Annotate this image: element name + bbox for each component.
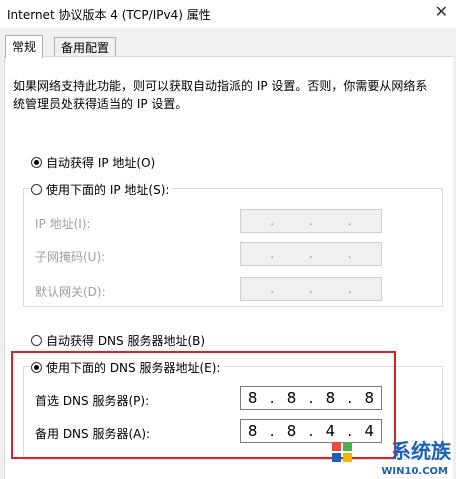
watermark-logo-text: 系统族 [391,439,451,463]
description-text: 如果网络支持此功能，则可以获取自动指派的 IP 设置。否则，你需要从网络系统管理… [13,79,428,111]
title-bar: Internet 协议版本 4 (TCP/IPv4) 属性 ✕ [0,0,456,28]
radio-manual-ip-label: 使用下面的 IP 地址(S): [46,183,170,197]
subnet-mask-input[interactable]: . . . [240,242,382,266]
tab-general[interactable]: 常规 [5,35,44,58]
radio-auto-ip-indicator [31,157,42,168]
tab-strip: 常规 备用配置 [0,28,456,58]
radio-auto-ip[interactable]: 自动获得 IP 地址(O) [31,154,159,171]
radio-auto-ip-label: 自动获得 IP 地址(O) [46,156,156,170]
default-gateway-label: 默认网关(D): [35,285,106,299]
watermark-url: WIN10.COM [381,466,448,477]
tab-alternate-config[interactable]: 备用配置 [54,37,117,58]
watermark: 系统族 WIN10.COM [306,428,456,478]
radio-auto-dns-indicator [31,335,42,346]
window-title: Internet 协议版本 4 (TCP/IPv4) 属性 [7,8,211,22]
ip-address-label: IP 地址(I): [35,217,91,231]
ip-address-input[interactable]: . . . [240,209,382,233]
radio-auto-dns-label: 自动获得 DNS 服务器地址(B) [46,334,206,348]
radio-manual-ip-indicator [31,184,42,195]
watermark-logo-icon [332,442,352,462]
subnet-mask-label: 子网掩码(U): [35,250,106,264]
radio-manual-ip[interactable]: 使用下面的 IP 地址(S): [31,181,173,198]
default-gateway-input[interactable]: . . . [240,277,382,301]
close-icon[interactable]: ✕ [435,2,448,21]
radio-auto-dns[interactable]: 自动获得 DNS 服务器地址(B) [31,332,209,349]
